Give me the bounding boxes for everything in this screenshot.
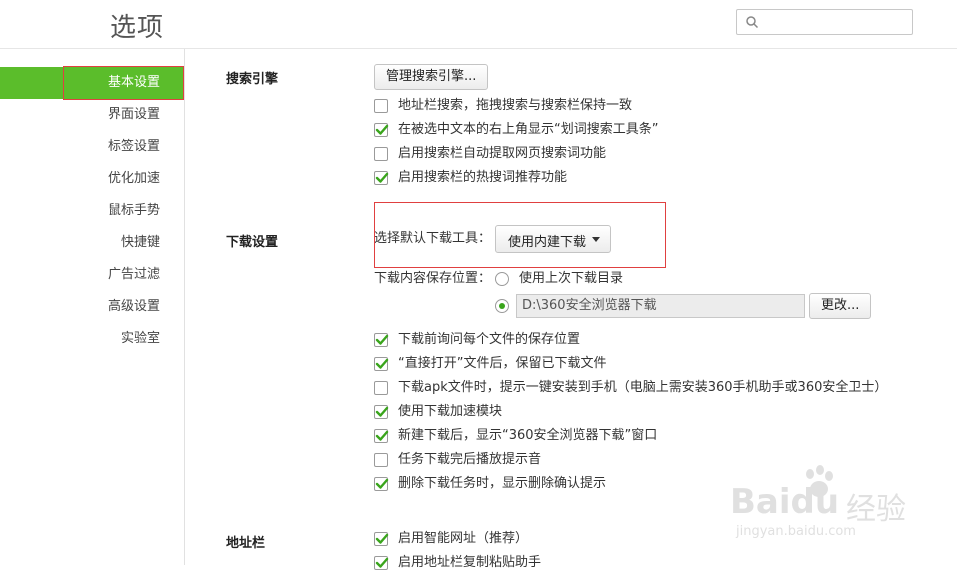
sidebar-item-interface-settings[interactable]: 界面设置 [0, 99, 184, 131]
sidebar-item-basic-settings[interactable]: 基本设置 [0, 67, 184, 99]
watermark-brand: Baidu [730, 482, 840, 522]
checkbox[interactable] [374, 556, 389, 570]
checkbox[interactable] [374, 429, 389, 443]
option-row[interactable]: 启用地址栏复制粘贴助手 [374, 553, 541, 573]
option-row[interactable]: 删除下载任务时，显示删除确认提示 [374, 474, 606, 494]
checkmark-icon [375, 533, 389, 544]
default-download-tool-select[interactable]: 使用内建下载 [495, 225, 611, 253]
option-row[interactable]: 下载apk文件时，提示一键安装到手机（电脑上需安装360手机助手或360安全卫士… [374, 378, 887, 398]
option-label: 启用搜索栏自动提取网页搜索词功能 [398, 146, 607, 161]
option-label: 下载前询问每个文件的保存位置 [398, 332, 581, 347]
checkbox[interactable] [374, 147, 388, 161]
chevron-down-icon [592, 237, 600, 242]
section-title-address-bar: 地址栏 [226, 536, 266, 551]
header: 选项 [0, 0, 957, 49]
option-label: 启用地址栏复制粘贴助手 [398, 555, 542, 570]
checkbox[interactable] [374, 477, 389, 491]
sidebar-item-tab-settings[interactable]: 标签设置 [0, 131, 184, 163]
option-label: 使用下载加速模块 [398, 404, 503, 419]
checkmark-icon [375, 172, 389, 183]
option-row[interactable]: 下载前询问每个文件的保存位置 [374, 330, 580, 350]
option-row[interactable]: 新建下载后，显示“360安全浏览器下载”窗口 [374, 426, 657, 446]
change-path-button[interactable]: 更改... [809, 293, 872, 319]
search-input[interactable] [763, 12, 907, 32]
checkmark-icon [375, 358, 389, 369]
option-label: 下载apk文件时，提示一键安装到手机（电脑上需安装360手机助手或360安全卫士… [398, 380, 888, 395]
option-row[interactable]: 启用搜索栏自动提取网页搜索词功能 [374, 144, 606, 164]
checkbox[interactable] [374, 532, 389, 546]
checkbox[interactable] [374, 171, 389, 185]
radio-last-directory-label: 使用上次下载目录 [519, 271, 624, 286]
checkmark-icon [375, 430, 389, 441]
option-label: “直接打开”文件后，保留已下载文件 [398, 356, 607, 371]
checkbox[interactable] [374, 99, 388, 113]
sidebar-item-mouse-gestures[interactable]: 鼠标手势 [0, 195, 184, 227]
sidebar-item-lab[interactable]: 实验室 [0, 323, 184, 355]
watermark-url: jingyan.baidu.com [736, 524, 856, 539]
radio-last-directory[interactable] [495, 272, 509, 286]
checkmark-icon [375, 406, 389, 417]
option-label: 地址栏搜索，拖拽搜索与搜索栏保持一致 [398, 98, 633, 113]
option-row[interactable]: 使用下载加速模块 [374, 402, 502, 422]
option-label: 启用智能网址（推荐） [398, 531, 529, 546]
sidebar-item-advanced-settings[interactable]: 高级设置 [0, 291, 184, 323]
checkbox[interactable] [374, 123, 389, 137]
option-label: 启用搜索栏的热搜词推荐功能 [398, 170, 568, 185]
option-row[interactable]: 地址栏搜索，拖拽搜索与搜索栏保持一致 [374, 96, 632, 116]
option-row[interactable]: 启用搜索栏的热搜词推荐功能 [374, 168, 567, 188]
save-location-label: 下载内容保存位置： [374, 271, 492, 286]
option-label: 在被选中文本的右上角显示“划词搜索工具条” [398, 122, 659, 137]
radio-custom-directory[interactable] [495, 299, 509, 313]
sidebar-item-shortcuts[interactable]: 快捷键 [0, 227, 184, 259]
checkbox[interactable] [374, 381, 388, 395]
option-row[interactable]: “直接打开”文件后，保留已下载文件 [374, 354, 606, 374]
option-label: 删除下载任务时，显示删除确认提示 [398, 476, 607, 491]
download-path-field[interactable]: D:\360安全浏览器下载 [516, 294, 805, 318]
option-label: 任务下载完后播放提示音 [398, 452, 542, 467]
checkbox[interactable] [374, 453, 388, 467]
default-download-tool-label: 选择默认下载工具： [374, 231, 492, 246]
sidebar-item-optimization[interactable]: 优化加速 [0, 163, 184, 195]
option-row[interactable]: 在被选中文本的右上角显示“划词搜索工具条” [374, 120, 658, 140]
checkmark-icon [375, 557, 389, 568]
option-row[interactable]: 启用智能网址（推荐） [374, 529, 528, 549]
sidebar: 基本设置 界面设置 标签设置 优化加速 鼠标手势 快捷键 广告过滤 高级设置 实… [0, 49, 185, 565]
page-title: 选项 [110, 13, 165, 43]
checkbox[interactable] [374, 357, 389, 371]
option-label: 新建下载后，显示“360安全浏览器下载”窗口 [398, 428, 658, 443]
checkbox[interactable] [374, 333, 389, 347]
option-row[interactable]: 任务下载完后播放提示音 [374, 450, 541, 470]
sidebar-item-ad-filter[interactable]: 广告过滤 [0, 259, 184, 291]
watermark-brand-cn: 经验 [846, 492, 906, 527]
section-title-search-engine: 搜索引擎 [226, 72, 279, 87]
checkmark-icon [375, 478, 389, 489]
checkmark-icon [375, 124, 389, 135]
search-icon [746, 16, 759, 29]
section-title-download: 下载设置 [226, 235, 279, 250]
manage-search-engines-button[interactable]: 管理搜索引擎... [374, 64, 489, 90]
select-value: 使用内建下载 [508, 235, 587, 250]
search-box[interactable] [736, 9, 913, 35]
checkbox[interactable] [374, 405, 389, 419]
checkmark-icon [375, 334, 389, 345]
baidu-watermark: Baidu 经验 jingyan.baidu.com [728, 462, 928, 552]
